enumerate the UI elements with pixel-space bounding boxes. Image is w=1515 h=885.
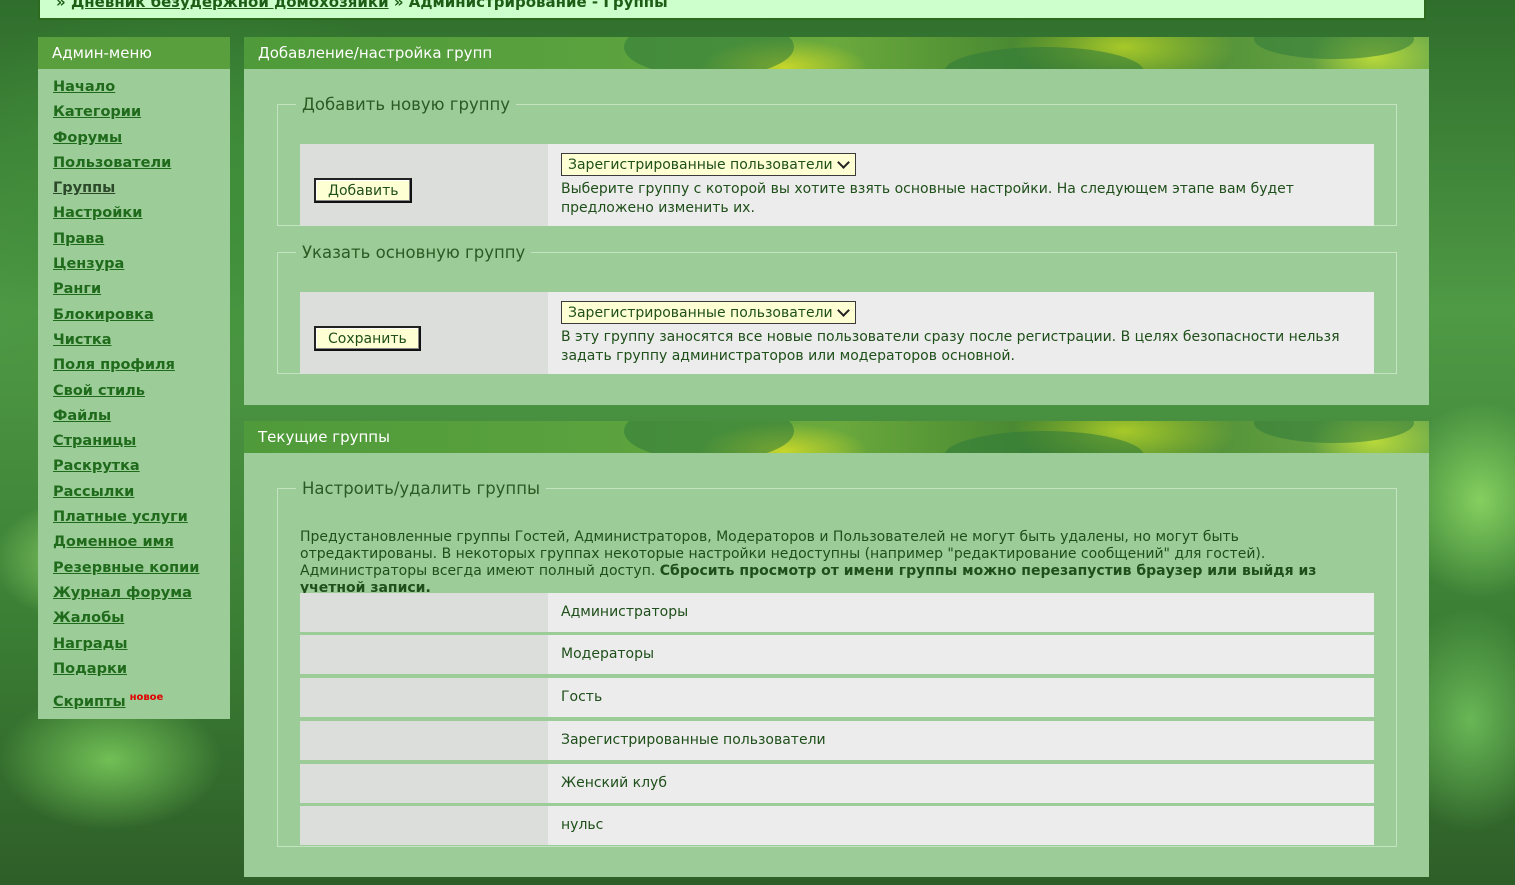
sidebar-item-reports: Жалобы xyxy=(53,606,230,631)
sidebar-link-forum-log[interactable]: Журнал форума xyxy=(53,585,192,601)
sidebar-item-profile-fields: Поля профиля xyxy=(53,353,230,378)
sidebar-link-custom-style[interactable]: Свой стиль xyxy=(53,383,145,399)
group-row-womens-club[interactable]: Женский клуб xyxy=(300,764,1374,803)
new-badge: новое xyxy=(129,692,164,704)
add-group-legend: Добавить новую группу xyxy=(302,95,511,114)
sidebar-link-start[interactable]: Начало xyxy=(53,79,115,95)
sidebar-item-groups: Группы xyxy=(53,176,230,201)
breadcrumb-separator: » xyxy=(393,0,404,11)
add-group-fieldset: Добавить новую группу Добавить Зарегистр… xyxy=(277,95,1397,226)
sidebar-link-bans[interactable]: Блокировка xyxy=(53,307,154,323)
group-row-moderators[interactable]: Модераторы xyxy=(300,635,1374,674)
sidebar-item-ranks: Ранги xyxy=(53,277,230,302)
breadcrumb-current: Администрирование - Группы xyxy=(408,0,668,11)
admin-menu-title: Админ-меню xyxy=(38,37,230,69)
sidebar-link-censorship[interactable]: Цензура xyxy=(53,256,124,272)
add-groups-panel-title: Добавление/настройка групп xyxy=(258,44,493,62)
sidebar-link-awards[interactable]: Награды xyxy=(53,636,127,652)
group-name[interactable]: Женский клуб xyxy=(548,764,1374,803)
sidebar-link-pages[interactable]: Страницы xyxy=(53,433,136,449)
group-name[interactable]: нульс xyxy=(548,806,1374,845)
admin-menu: Админ-меню Начало Категории Форумы Польз… xyxy=(38,37,230,719)
add-group-description: Выберите группу с которой вы хотите взят… xyxy=(561,181,1294,216)
sidebar-item-cleanup: Чистка xyxy=(53,328,230,353)
base-group-select-value: Зарегистрированные пользователи xyxy=(568,156,833,173)
sidebar-item-files: Файлы xyxy=(53,404,230,429)
group-name[interactable]: Модераторы xyxy=(548,635,1374,674)
sidebar-item-backups: Резервные копии xyxy=(53,556,230,581)
current-groups-panel-title: Текущие группы xyxy=(258,428,390,446)
sidebar-item-pages: Страницы xyxy=(53,429,230,454)
sidebar-link-backups[interactable]: Резервные копии xyxy=(53,560,199,576)
sidebar-link-gifts[interactable]: Подарки xyxy=(53,661,127,677)
sidebar-link-forums[interactable]: Форумы xyxy=(53,130,122,146)
sidebar-link-paid-services[interactable]: Платные услуги xyxy=(53,509,188,525)
sidebar-item-custom-style: Свой стиль xyxy=(53,379,230,404)
breadcrumb: » Дневник безудержной домохозяйки » Адми… xyxy=(38,0,1426,20)
sidebar-link-scripts[interactable]: Скрипты xyxy=(53,694,126,710)
sidebar-item-categories: Категории xyxy=(53,100,230,125)
group-row-guest[interactable]: Гость xyxy=(300,678,1374,717)
sidebar-item-bans: Блокировка xyxy=(53,303,230,328)
sidebar-link-domain[interactable]: Доменное имя xyxy=(53,534,174,550)
sidebar-link-mailings[interactable]: Рассылки xyxy=(53,484,134,500)
base-group-select[interactable]: Зарегистрированные пользователи xyxy=(561,153,856,176)
group-name[interactable]: Администраторы xyxy=(548,593,1374,632)
sidebar-link-reports[interactable]: Жалобы xyxy=(53,610,124,626)
current-groups-panel: Текущие группы Настроить/удалить группы … xyxy=(244,421,1429,877)
sidebar-item-promotion: Раскрутка xyxy=(53,454,230,479)
default-group-fieldset: Указать основную группу Сохранить Зареги… xyxy=(277,243,1397,374)
add-groups-panel-header: Добавление/настройка групп xyxy=(244,37,1429,69)
sidebar-item-forums: Форумы xyxy=(53,126,230,151)
default-group-select[interactable]: Зарегистрированные пользователи xyxy=(561,301,856,324)
sidebar-item-domain: Доменное имя xyxy=(53,530,230,555)
sidebar-item-gifts: Подарки xyxy=(53,657,230,682)
sidebar-link-ranks[interactable]: Ранги xyxy=(53,281,101,297)
breadcrumb-forum-link[interactable]: Дневник безудержной домохозяйки xyxy=(71,0,389,11)
sidebar-link-users[interactable]: Пользователи xyxy=(53,155,171,171)
manage-groups-fieldset: Настроить/удалить группы Предустановленн… xyxy=(277,479,1397,847)
default-group-select-value: Зарегистрированные пользователи xyxy=(568,304,833,321)
sidebar-link-settings[interactable]: Настройки xyxy=(53,205,142,221)
sidebar-item-start: Начало xyxy=(53,75,230,100)
sidebar-item-users: Пользователи xyxy=(53,151,230,176)
admin-menu-list: Начало Категории Форумы Пользователи Гру… xyxy=(38,69,230,710)
sidebar-item-forum-log: Журнал форума xyxy=(53,581,230,606)
manage-groups-info: Предустановленные группы Гостей, Админис… xyxy=(300,529,1380,597)
sidebar-item-permissions: Права xyxy=(53,227,230,252)
add-group-button[interactable]: Добавить xyxy=(314,178,413,203)
add-group-row: Добавить Зарегистрированные пользователи… xyxy=(300,144,1374,226)
save-default-group-button[interactable]: Сохранить xyxy=(314,326,421,351)
sidebar-item-mailings: Рассылки xyxy=(53,480,230,505)
breadcrumb-separator: » xyxy=(56,0,66,11)
group-row-registered-users[interactable]: Зарегистрированные пользователи xyxy=(300,721,1374,760)
manage-groups-legend: Настроить/удалить группы xyxy=(302,479,541,498)
sidebar-link-permissions[interactable]: Права xyxy=(53,231,104,247)
group-row-administrators[interactable]: Администраторы xyxy=(300,593,1374,632)
sidebar-item-awards: Награды xyxy=(53,632,230,657)
sidebar-item-paid-services: Платные услуги xyxy=(53,505,230,530)
current-groups-panel-header: Текущие группы xyxy=(244,421,1429,453)
chevron-down-icon xyxy=(836,155,850,169)
sidebar-link-profile-fields[interactable]: Поля профиля xyxy=(53,357,175,373)
sidebar-link-promotion[interactable]: Раскрутка xyxy=(53,458,140,474)
sidebar-link-cleanup[interactable]: Чистка xyxy=(53,332,112,348)
sidebar-link-files[interactable]: Файлы xyxy=(53,408,111,424)
sidebar-link-groups[interactable]: Группы xyxy=(53,180,115,196)
default-group-legend: Указать основную группу xyxy=(302,243,526,262)
sidebar-item-scripts: Скрипты новое xyxy=(53,685,230,710)
default-group-row: Сохранить Зарегистрированные пользовател… xyxy=(300,292,1374,374)
add-groups-panel: Добавление/настройка групп Добавить нову… xyxy=(244,37,1429,405)
default-group-description: В эту группу заносятся все новые пользов… xyxy=(561,329,1340,364)
sidebar-link-categories[interactable]: Категории xyxy=(53,104,141,120)
sidebar-item-censorship: Цензура xyxy=(53,252,230,277)
group-name[interactable]: Зарегистрированные пользователи xyxy=(548,721,1374,760)
group-row-nuls[interactable]: нульс xyxy=(300,806,1374,845)
group-name[interactable]: Гость xyxy=(548,678,1374,717)
chevron-down-icon xyxy=(836,303,850,317)
sidebar-item-settings: Настройки xyxy=(53,201,230,226)
